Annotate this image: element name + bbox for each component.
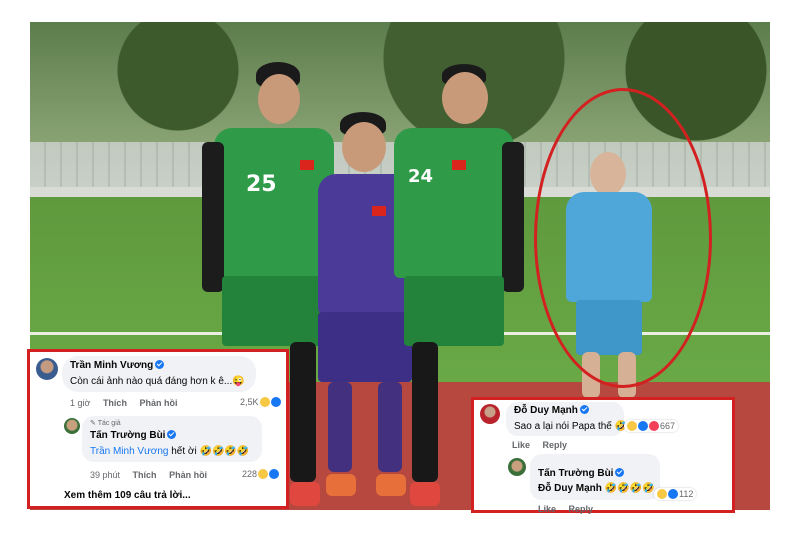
like-button[interactable]: Like (512, 440, 530, 450)
like-button[interactable]: Thích (133, 470, 157, 480)
like-reaction-icon (638, 421, 648, 431)
like-button[interactable]: Thích (103, 398, 127, 408)
comment-meta: Like Reply (512, 440, 577, 450)
comment-author[interactable]: Đỗ Duy Mạnh (514, 405, 578, 416)
jersey-number: 25 (246, 172, 277, 197)
mention-link[interactable]: Trần Minh Vương (90, 446, 168, 457)
reply-button[interactable]: Phản hồi (169, 470, 207, 480)
verified-icon (579, 405, 589, 414)
reply-time: 39 phút (90, 470, 121, 480)
haha-reaction-icon (259, 397, 270, 407)
avatar[interactable] (480, 404, 500, 424)
reaction-count: 667 (660, 421, 676, 431)
comment-time: 1 giờ (70, 398, 91, 408)
mention-link[interactable]: Đỗ Duy Mạnh (538, 483, 602, 494)
love-reaction-icon (649, 421, 659, 431)
comment-bubble: Đỗ Duy Mạnh Sao a lại nói Papa thế 🤣 (506, 402, 628, 436)
reply-meta: Like Reply (538, 504, 603, 514)
reaction-summary[interactable]: 667 (624, 420, 679, 432)
comment-box-right: Đỗ Duy Mạnh Sao a lại nói Papa thế 🤣 667… (471, 397, 735, 514)
reply-button[interactable]: Phản hồi (139, 398, 177, 408)
haha-reaction-icon (258, 469, 269, 479)
reply-bubble: ✎ Tác giả Tấn Trường Bùi Trần Minh Vương… (82, 416, 262, 462)
reply-meta: 39 phút Thích Phản hồi (90, 470, 217, 480)
like-reaction-icon (270, 397, 281, 407)
reaction-summary[interactable]: 228 (242, 469, 280, 479)
avatar[interactable] (508, 458, 526, 476)
verified-icon (615, 468, 625, 477)
like-button[interactable]: Like (538, 504, 556, 514)
like-reaction-icon (668, 489, 678, 499)
reaction-count: 112 (679, 489, 694, 499)
comment-author[interactable]: Trần Minh Vương (70, 360, 153, 371)
reply-author[interactable]: Tấn Trường Bùi (538, 468, 613, 479)
reply-text: 🤣🤣🤣🤣 (604, 483, 655, 494)
comment-box-left: Trần Minh Vương Còn cái ảnh nào quá đáng… (27, 349, 289, 509)
comment-bubble: Trần Minh Vương Còn cái ảnh nào quá đáng… (62, 356, 256, 392)
flag-icon (452, 160, 466, 170)
verified-icon (155, 360, 165, 369)
haha-reaction-icon (657, 489, 667, 499)
reply-text: hết ời 🤣🤣🤣🤣 (171, 446, 250, 457)
comment-meta: 1 giờ Thích Phản hồi (70, 398, 187, 408)
like-reaction-icon (269, 469, 280, 479)
avatar[interactable] (36, 358, 58, 380)
comment-text: Sao a lại nói Papa thế 🤣 (514, 421, 628, 432)
reply-bubble: Tấn Trường Bùi Đỗ Duy Mạnh 🤣🤣🤣🤣 (530, 454, 660, 500)
highlight-ellipse (534, 88, 712, 388)
reaction-summary[interactable]: 112 (654, 488, 697, 500)
author-badge: ✎ Tác giả (90, 420, 121, 427)
haha-reaction-icon (627, 421, 637, 431)
reaction-count: 228 (242, 469, 258, 479)
verified-icon (167, 430, 177, 439)
reaction-count: 2,5K (240, 397, 259, 407)
flag-icon (372, 206, 386, 216)
reaction-summary[interactable]: 2,5K (240, 397, 281, 407)
reply-button[interactable]: Reply (569, 504, 594, 514)
view-more-replies[interactable]: Xem thêm 109 câu trả lời... (64, 490, 191, 501)
avatar[interactable] (64, 418, 80, 434)
jersey-number: 24 (408, 166, 434, 187)
comment-text: Còn cái ảnh nào quá đáng hơn k ê...😜 (70, 376, 245, 387)
reply-button[interactable]: Reply (543, 440, 568, 450)
reply-author[interactable]: Tấn Trường Bùi (90, 430, 165, 441)
